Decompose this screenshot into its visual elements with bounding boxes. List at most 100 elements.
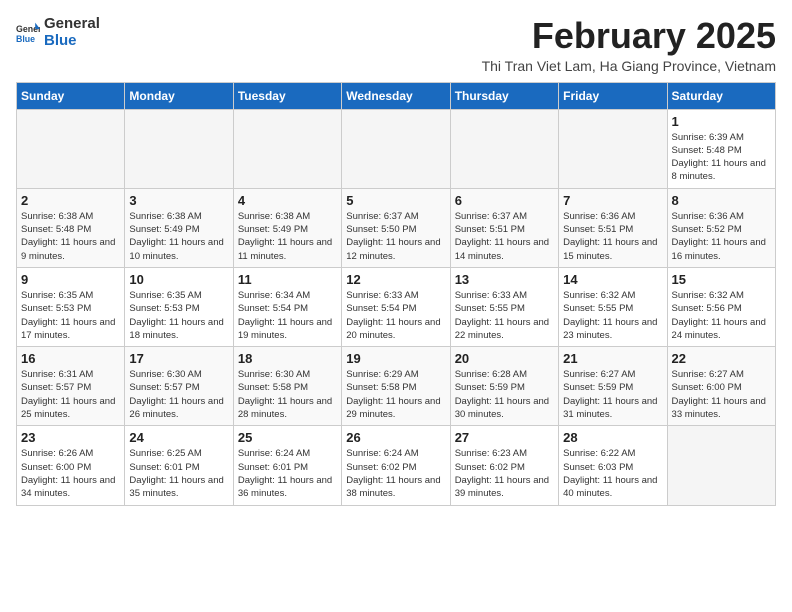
day-info: Sunrise: 6:38 AM Sunset: 5:49 PM Dayligh…: [129, 210, 228, 263]
day-info: Sunrise: 6:24 AM Sunset: 6:02 PM Dayligh…: [346, 447, 445, 500]
day-number: 17: [129, 351, 228, 366]
day-number: 27: [455, 430, 554, 445]
day-number: 24: [129, 430, 228, 445]
day-number: 14: [563, 272, 662, 287]
location-title: Thi Tran Viet Lam, Ha Giang Province, Vi…: [482, 58, 776, 74]
calendar-cell: 1 Sunrise: 6:39 AM Sunset: 5:48 PM Daylig…: [667, 109, 775, 188]
day-number: 6: [455, 193, 554, 208]
day-number: 10: [129, 272, 228, 287]
calendar-cell: 16 Sunrise: 6:31 AM Sunset: 5:57 PM Dayli…: [17, 347, 125, 426]
day-number: 15: [672, 272, 771, 287]
calendar-cell: 4 Sunrise: 6:38 AM Sunset: 5:49 PM Daylig…: [233, 188, 341, 267]
day-number: 22: [672, 351, 771, 366]
calendar-cell: [17, 109, 125, 188]
logo-icon: General Blue: [16, 21, 40, 45]
weekday-header-friday: Friday: [559, 82, 667, 109]
day-number: 26: [346, 430, 445, 445]
day-number: 28: [563, 430, 662, 445]
day-info: Sunrise: 6:36 AM Sunset: 5:52 PM Dayligh…: [672, 210, 771, 263]
day-info: Sunrise: 6:31 AM Sunset: 5:57 PM Dayligh…: [21, 368, 120, 421]
day-info: Sunrise: 6:27 AM Sunset: 5:59 PM Dayligh…: [563, 368, 662, 421]
calendar-cell: 9Sunrise: 6:35 AM Sunset: 5:53 PM Daylig…: [17, 267, 125, 346]
weekday-header-thursday: Thursday: [450, 82, 558, 109]
day-number: 12: [346, 272, 445, 287]
calendar-cell: 6 Sunrise: 6:37 AM Sunset: 5:51 PM Daylig…: [450, 188, 558, 267]
header: General Blue General Blue February 2025 …: [16, 16, 776, 74]
calendar-cell: 5 Sunrise: 6:37 AM Sunset: 5:50 PM Daylig…: [342, 188, 450, 267]
day-number: 5: [346, 193, 445, 208]
day-info: Sunrise: 6:32 AM Sunset: 5:55 PM Dayligh…: [563, 289, 662, 342]
svg-text:Blue: Blue: [16, 33, 35, 43]
calendar: SundayMondayTuesdayWednesdayThursdayFrid…: [16, 82, 776, 506]
day-number: 11: [238, 272, 337, 287]
calendar-cell: 24 Sunrise: 6:25 AM Sunset: 6:01 PM Dayli…: [125, 426, 233, 505]
weekday-header-tuesday: Tuesday: [233, 82, 341, 109]
calendar-cell: [450, 109, 558, 188]
calendar-cell: 25 Sunrise: 6:24 AM Sunset: 6:01 PM Dayli…: [233, 426, 341, 505]
day-info: Sunrise: 6:35 AM Sunset: 5:53 PM Dayligh…: [129, 289, 228, 342]
calendar-cell: 13 Sunrise: 6:33 AM Sunset: 5:55 PM Dayli…: [450, 267, 558, 346]
day-info: Sunrise: 6:34 AM Sunset: 5:54 PM Dayligh…: [238, 289, 337, 342]
calendar-cell: 23 Sunrise: 6:26 AM Sunset: 6:00 PM Dayli…: [17, 426, 125, 505]
calendar-cell: 3 Sunrise: 6:38 AM Sunset: 5:49 PM Daylig…: [125, 188, 233, 267]
calendar-cell: 19 Sunrise: 6:29 AM Sunset: 5:58 PM Dayli…: [342, 347, 450, 426]
day-info: Sunrise: 6:22 AM Sunset: 6:03 PM Dayligh…: [563, 447, 662, 500]
calendar-cell: 18 Sunrise: 6:30 AM Sunset: 5:58 PM Dayli…: [233, 347, 341, 426]
calendar-cell: 22Sunrise: 6:27 AM Sunset: 6:00 PM Dayli…: [667, 347, 775, 426]
day-info: Sunrise: 6:39 AM Sunset: 5:48 PM Dayligh…: [672, 131, 771, 184]
day-info: Sunrise: 6:32 AM Sunset: 5:56 PM Dayligh…: [672, 289, 771, 342]
logo-blue-text: Blue: [44, 33, 100, 50]
day-number: 13: [455, 272, 554, 287]
day-info: Sunrise: 6:37 AM Sunset: 5:51 PM Dayligh…: [455, 210, 554, 263]
calendar-cell: 15 Sunrise: 6:32 AM Sunset: 5:56 PM Dayli…: [667, 267, 775, 346]
day-info: Sunrise: 6:33 AM Sunset: 5:54 PM Dayligh…: [346, 289, 445, 342]
day-number: 19: [346, 351, 445, 366]
day-number: 9: [21, 272, 120, 287]
calendar-cell: 12 Sunrise: 6:33 AM Sunset: 5:54 PM Dayli…: [342, 267, 450, 346]
logo-general-text: General: [44, 16, 100, 33]
weekday-header-sunday: Sunday: [17, 82, 125, 109]
day-info: Sunrise: 6:28 AM Sunset: 5:59 PM Dayligh…: [455, 368, 554, 421]
day-info: Sunrise: 6:37 AM Sunset: 5:50 PM Dayligh…: [346, 210, 445, 263]
day-number: 18: [238, 351, 337, 366]
day-number: 2: [21, 193, 120, 208]
day-info: Sunrise: 6:30 AM Sunset: 5:57 PM Dayligh…: [129, 368, 228, 421]
day-info: Sunrise: 6:26 AM Sunset: 6:00 PM Dayligh…: [21, 447, 120, 500]
day-number: 20: [455, 351, 554, 366]
day-info: Sunrise: 6:33 AM Sunset: 5:55 PM Dayligh…: [455, 289, 554, 342]
day-info: Sunrise: 6:38 AM Sunset: 5:49 PM Dayligh…: [238, 210, 337, 263]
calendar-cell: 28 Sunrise: 6:22 AM Sunset: 6:03 PM Dayli…: [559, 426, 667, 505]
day-info: Sunrise: 6:29 AM Sunset: 5:58 PM Dayligh…: [346, 368, 445, 421]
logo: General Blue General Blue: [16, 16, 100, 49]
day-number: 1: [672, 114, 771, 129]
calendar-cell: 14 Sunrise: 6:32 AM Sunset: 5:55 PM Dayli…: [559, 267, 667, 346]
calendar-cell: 17 Sunrise: 6:30 AM Sunset: 5:57 PM Dayli…: [125, 347, 233, 426]
day-number: 25: [238, 430, 337, 445]
weekday-header-monday: Monday: [125, 82, 233, 109]
calendar-cell: [233, 109, 341, 188]
day-number: 23: [21, 430, 120, 445]
calendar-cell: 11 Sunrise: 6:34 AM Sunset: 5:54 PM Dayli…: [233, 267, 341, 346]
day-number: 3: [129, 193, 228, 208]
calendar-cell: [125, 109, 233, 188]
calendar-cell: [342, 109, 450, 188]
title-area: February 2025 Thi Tran Viet Lam, Ha Gian…: [482, 16, 776, 74]
calendar-cell: 27 Sunrise: 6:23 AM Sunset: 6:02 PM Dayli…: [450, 426, 558, 505]
calendar-cell: 7 Sunrise: 6:36 AM Sunset: 5:51 PM Daylig…: [559, 188, 667, 267]
day-number: 4: [238, 193, 337, 208]
day-info: Sunrise: 6:38 AM Sunset: 5:48 PM Dayligh…: [21, 210, 120, 263]
day-info: Sunrise: 6:24 AM Sunset: 6:01 PM Dayligh…: [238, 447, 337, 500]
day-info: Sunrise: 6:30 AM Sunset: 5:58 PM Dayligh…: [238, 368, 337, 421]
day-info: Sunrise: 6:23 AM Sunset: 6:02 PM Dayligh…: [455, 447, 554, 500]
calendar-cell: 10 Sunrise: 6:35 AM Sunset: 5:53 PM Dayli…: [125, 267, 233, 346]
calendar-cell: 2 Sunrise: 6:38 AM Sunset: 5:48 PM Daylig…: [17, 188, 125, 267]
weekday-header-saturday: Saturday: [667, 82, 775, 109]
day-number: 21: [563, 351, 662, 366]
day-info: Sunrise: 6:25 AM Sunset: 6:01 PM Dayligh…: [129, 447, 228, 500]
day-number: 16: [21, 351, 120, 366]
weekday-header-wednesday: Wednesday: [342, 82, 450, 109]
month-title: February 2025: [482, 16, 776, 56]
day-number: 7: [563, 193, 662, 208]
calendar-cell: 26 Sunrise: 6:24 AM Sunset: 6:02 PM Dayli…: [342, 426, 450, 505]
day-info: Sunrise: 6:36 AM Sunset: 5:51 PM Dayligh…: [563, 210, 662, 263]
